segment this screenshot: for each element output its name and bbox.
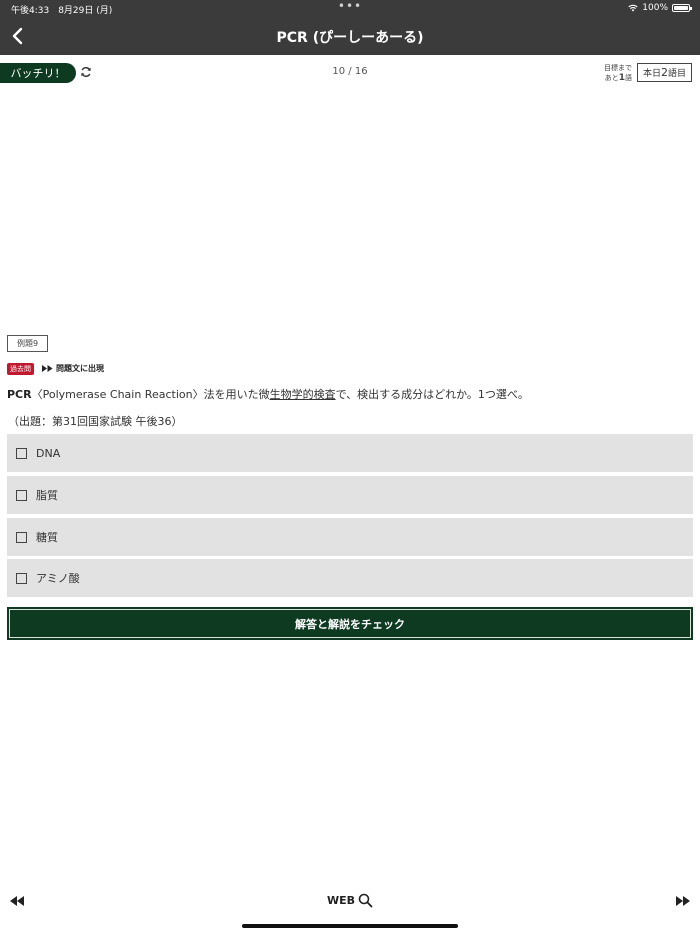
choice-option[interactable]: DNA	[7, 434, 693, 472]
choice-label: アミノ酸	[36, 572, 80, 585]
question-text-before: 〈Polymerase Chain Reaction〉法を用いた微	[31, 388, 270, 401]
nav-bar: PCR (ぴーしーあーる)	[0, 18, 700, 55]
appears-in-question: 問題文に出現	[42, 363, 104, 374]
wifi-icon	[628, 4, 638, 12]
goal-line-b: 語	[625, 74, 632, 82]
checkbox[interactable]	[16, 531, 27, 543]
multitask-dots[interactable]: •••	[0, 0, 700, 13]
choice-label: 脂質	[36, 489, 58, 502]
today-prefix: 本日	[642, 69, 661, 79]
glossary-link[interactable]: 生物学的検査	[270, 388, 336, 401]
checkbox[interactable]	[16, 489, 27, 501]
choice-label: DNA	[36, 446, 61, 460]
home-indicator[interactable]	[242, 924, 458, 928]
check-answer-label: 解答と解説をチェック	[9, 609, 691, 638]
question-text-after: で、検出する成分はどれか。1つ選べ。	[335, 388, 529, 401]
choice-label: 糖質	[36, 531, 58, 544]
goal-line-a: あと	[604, 74, 619, 82]
today-count-badge: 本日 2 語目	[637, 63, 692, 82]
question-progress: 10 / 16	[332, 66, 368, 77]
question-tags: 過去問 問題文に出現	[7, 362, 104, 375]
search-icon	[358, 893, 373, 908]
today-suffix: 語目	[668, 69, 687, 79]
question-text: PCR〈Polymerase Chain Reaction〉法を用いた微生物学的…	[7, 386, 697, 402]
past-exam-tag: 過去問	[7, 362, 34, 375]
status-bar: 午後4:33 8月29日 (月) ••• 100%	[0, 0, 700, 18]
choice-option[interactable]: 糖質	[7, 518, 693, 556]
page-title: PCR (ぴーしーあーる)	[276, 30, 424, 46]
check-answer-button[interactable]: 解答と解説をチェック	[7, 607, 693, 640]
web-label: WEB	[326, 894, 356, 907]
sub-toolbar: バッチリ！ 10 / 16 目標まで あと1語 本日 2 語目	[0, 55, 700, 91]
goal-prefix: 目標まで	[604, 64, 632, 72]
battery-percent: 100%	[642, 3, 668, 13]
choice-option[interactable]: アミノ酸	[7, 559, 693, 597]
question-term: PCR	[7, 388, 32, 401]
battery-icon	[672, 4, 692, 12]
checkbox[interactable]	[16, 447, 27, 459]
choice-option[interactable]: 脂質	[7, 476, 693, 514]
question-source: （出題：第31回国家試験 午後36）	[8, 415, 183, 428]
status-right: 100%	[628, 3, 692, 13]
bottom-toolbar: WEB	[0, 890, 700, 914]
today-count: 2	[661, 66, 668, 79]
checkbox[interactable]	[16, 572, 27, 584]
goal-remaining: 目標まで あと1語	[604, 63, 632, 83]
appears-label: 問題文に出現	[56, 364, 104, 373]
example-number-badge: 例題9	[7, 335, 48, 352]
next-icon[interactable]	[675, 895, 691, 907]
web-search-button[interactable]: WEB	[0, 893, 700, 908]
double-arrow-icon	[42, 365, 53, 372]
